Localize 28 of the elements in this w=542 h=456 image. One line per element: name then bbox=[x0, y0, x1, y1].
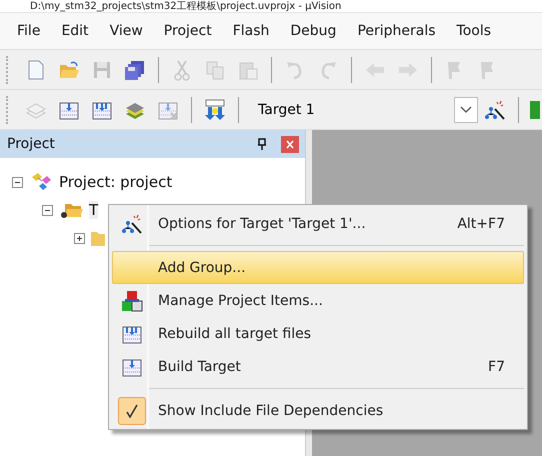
target-dropdown[interactable]: Target 1 bbox=[252, 96, 478, 122]
window-title: D:\my_stm32_projects\stm32工程模板\project.uvprojx - µVision bbox=[30, 0, 342, 12]
menu-item[interactable]: Tools bbox=[446, 23, 502, 39]
menu-item[interactable]: Edit bbox=[50, 23, 99, 39]
menu-item[interactable]: File bbox=[6, 23, 50, 39]
panel-title: Project bbox=[7, 136, 56, 152]
menu-item[interactable]: Manage Project Items... bbox=[112, 284, 524, 317]
pin-icon[interactable] bbox=[257, 138, 267, 150]
menu-item[interactable]: Flash bbox=[222, 23, 280, 39]
menu-item[interactable]: Options for Target 'Target 1'... Alt+F7 bbox=[112, 207, 524, 240]
menu-item[interactable]: Debug bbox=[279, 23, 346, 39]
magic-wand-icon bbox=[484, 98, 506, 120]
menu-item[interactable]: Rebuild all target files bbox=[112, 317, 524, 350]
save-all-icon bbox=[124, 58, 146, 80]
menu-item[interactable]: Add Group... bbox=[112, 251, 524, 284]
copy-icon bbox=[204, 58, 226, 80]
menu-item[interactable]: Peripherals bbox=[346, 23, 446, 39]
close-icon[interactable] bbox=[281, 136, 299, 152]
blocks-icon bbox=[121, 290, 143, 312]
tree-item[interactable]: T bbox=[89, 201, 98, 219]
open-folder-icon bbox=[58, 58, 80, 80]
magic-wand-icon bbox=[121, 212, 143, 234]
menu-item[interactable]: Build Target F7 bbox=[112, 350, 524, 383]
tree-item[interactable]: Project: project bbox=[59, 173, 172, 191]
menu-item[interactable]: Show Include File Dependencies bbox=[112, 394, 524, 427]
load-icon bbox=[204, 98, 226, 120]
menu-item[interactable]: Project bbox=[152, 23, 222, 39]
menu-item[interactable]: View bbox=[98, 23, 153, 39]
